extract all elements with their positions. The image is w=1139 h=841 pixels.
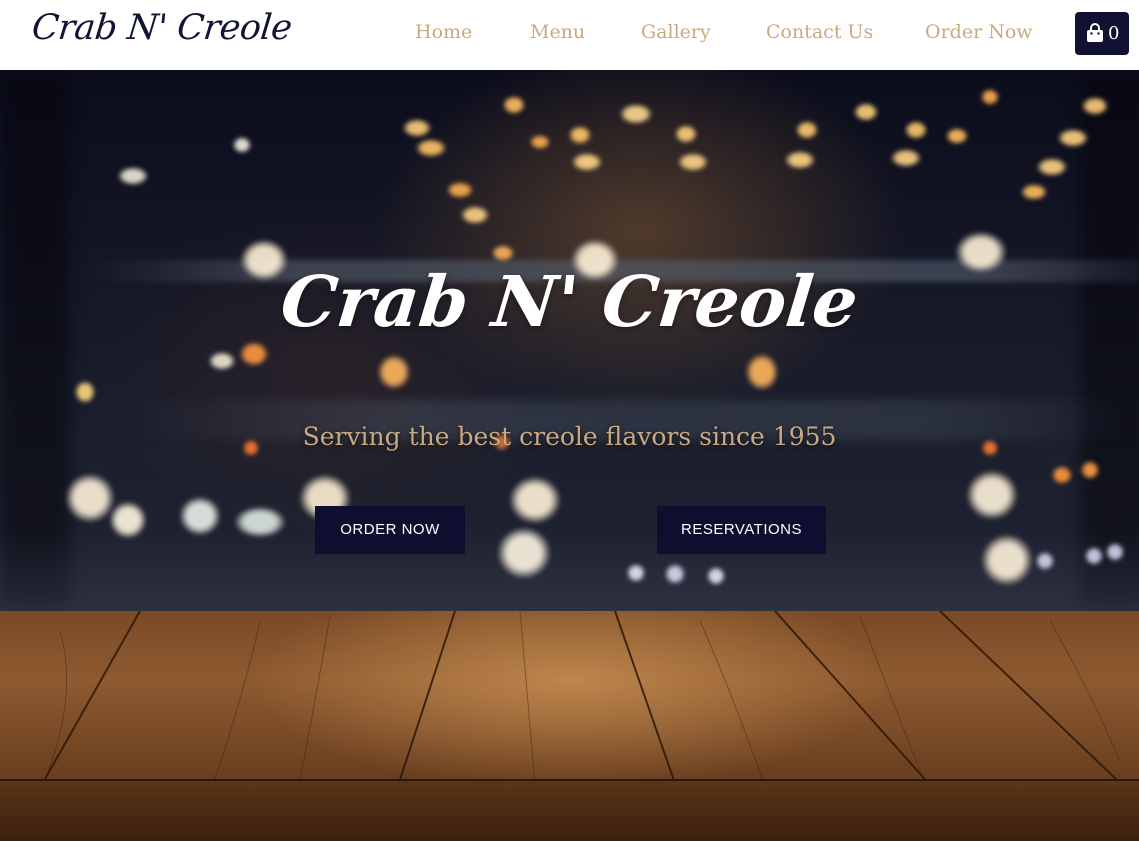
bokeh-light xyxy=(66,474,114,522)
bokeh-light xyxy=(569,126,591,144)
cart-count: 0 xyxy=(1108,23,1120,44)
bokeh-light xyxy=(1082,97,1108,115)
table-edge xyxy=(0,781,1139,841)
shopping-bag-icon xyxy=(1087,23,1103,42)
cart-button[interactable]: 0 xyxy=(1075,12,1129,55)
bokeh-light xyxy=(982,535,1032,585)
bokeh-light xyxy=(746,354,778,390)
bokeh-light xyxy=(678,153,708,171)
bokeh-light xyxy=(209,352,235,370)
bokeh-light xyxy=(403,119,431,137)
bokeh-light xyxy=(707,567,725,585)
bokeh-light xyxy=(503,96,525,114)
bokeh-light xyxy=(1058,129,1088,147)
nav-order-now-link[interactable]: Order Now xyxy=(925,21,1033,43)
bokeh-light xyxy=(498,528,550,578)
nav-menu-link[interactable]: Menu xyxy=(530,21,585,43)
bokeh-light xyxy=(572,153,602,171)
bokeh-light xyxy=(118,167,148,185)
bokeh-light xyxy=(946,128,968,144)
bokeh-light xyxy=(796,121,818,139)
hero-subtitle: Serving the best creole flavors since 19… xyxy=(302,422,837,451)
nav-gallery-link[interactable]: Gallery xyxy=(641,21,711,43)
bokeh-light xyxy=(1081,461,1099,479)
nav-contact-link[interactable]: Contact Us xyxy=(766,21,873,43)
bokeh-light xyxy=(235,507,285,537)
bokeh-light xyxy=(1036,552,1054,570)
bokeh-light xyxy=(854,103,878,121)
bokeh-light xyxy=(378,355,410,389)
site-header: Crab N' Creole Home Menu Gallery Contact… xyxy=(0,0,1139,70)
bokeh-light xyxy=(1021,184,1047,200)
hero-bg-band xyxy=(0,530,1139,611)
bokeh-light xyxy=(1085,547,1103,565)
bokeh-light xyxy=(891,149,921,167)
bokeh-light xyxy=(785,151,815,169)
bokeh-light xyxy=(180,497,220,535)
bokeh-light xyxy=(530,135,550,149)
bokeh-light xyxy=(110,502,146,538)
bokeh-light xyxy=(447,182,473,198)
main-nav: Home Menu Gallery Contact Us Order Now xyxy=(0,0,1139,70)
wood-table-image xyxy=(0,611,1139,841)
bokeh-light xyxy=(905,121,927,139)
order-now-button[interactable]: ORDER NOW xyxy=(315,506,465,554)
bokeh-light xyxy=(1106,543,1124,561)
bokeh-light xyxy=(75,381,95,403)
bokeh-light xyxy=(627,564,645,582)
bokeh-light xyxy=(1052,466,1072,484)
bokeh-light xyxy=(967,471,1017,519)
bokeh-light xyxy=(665,564,685,584)
reservations-button[interactable]: RESERVATIONS xyxy=(657,506,826,554)
bokeh-light xyxy=(233,137,251,153)
bokeh-light xyxy=(1037,158,1067,176)
bokeh-light xyxy=(510,477,560,523)
bokeh-light xyxy=(461,206,489,224)
bokeh-light xyxy=(675,125,697,143)
nav-home-link[interactable]: Home xyxy=(415,21,472,43)
bokeh-light xyxy=(240,342,268,366)
hero-section: Crab N' Creole Serving the best creole f… xyxy=(0,70,1139,611)
bokeh-light xyxy=(492,245,514,261)
bokeh-light xyxy=(981,89,999,105)
bokeh-light xyxy=(416,139,446,157)
bokeh-light xyxy=(620,104,652,124)
hero-title: Crab N' Creole xyxy=(277,260,862,343)
